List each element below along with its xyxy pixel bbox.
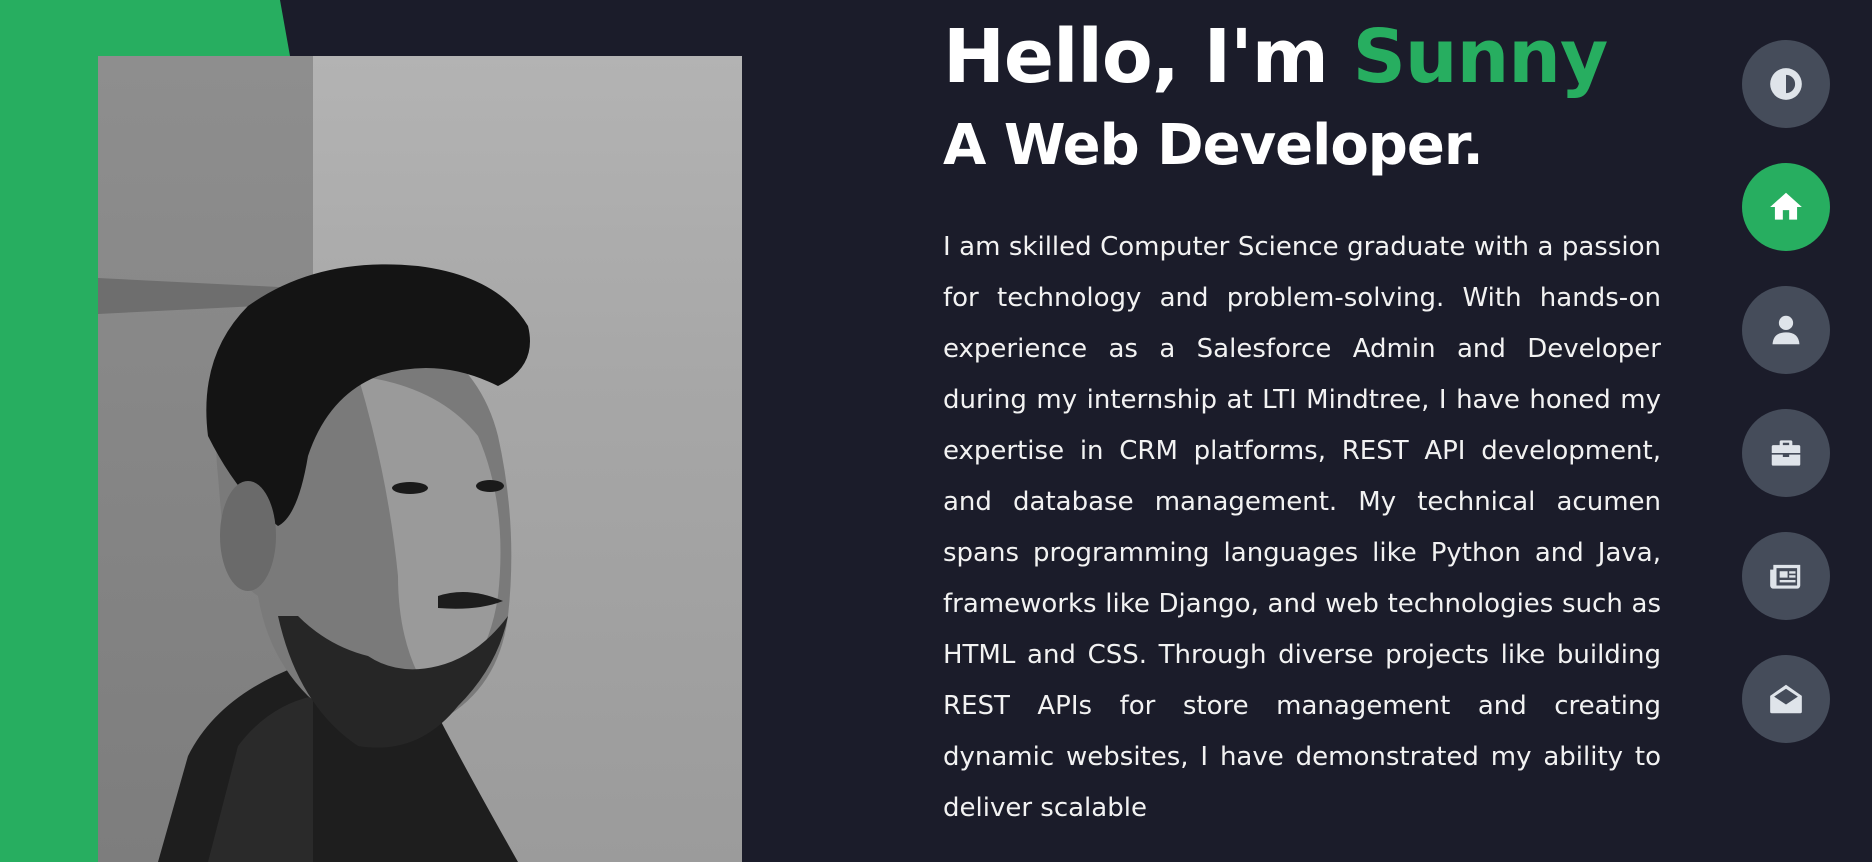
envelope-open-icon — [1770, 684, 1802, 714]
nav-home-button[interactable] — [1742, 163, 1830, 251]
hero-role: A Web Developer. — [943, 113, 1484, 178]
user-icon — [1772, 315, 1800, 345]
hero-heading: Hello, I'm Sunny — [943, 14, 1661, 100]
hero-name: Sunny — [1352, 14, 1609, 100]
greeting-text: Hello, I'm — [943, 14, 1329, 100]
theme-toggle-icon — [1770, 68, 1802, 100]
hero-bio: I am skilled Computer Science graduate w… — [943, 232, 1661, 823]
profile-photo — [98, 56, 742, 862]
nav-about-button[interactable] — [1742, 286, 1830, 374]
home-icon — [1770, 192, 1802, 220]
nav-portfolio-button[interactable] — [1742, 409, 1830, 497]
nav-blog-button[interactable] — [1742, 532, 1830, 620]
hero-section: Hello, I'm Sunny A Web Developer. I am s… — [943, 14, 1661, 834]
newspaper-icon — [1770, 564, 1801, 589]
theme-toggle-button[interactable] — [1742, 40, 1830, 128]
side-navigation — [1742, 40, 1830, 778]
briefcase-icon — [1771, 440, 1801, 466]
nav-contact-button[interactable] — [1742, 655, 1830, 743]
